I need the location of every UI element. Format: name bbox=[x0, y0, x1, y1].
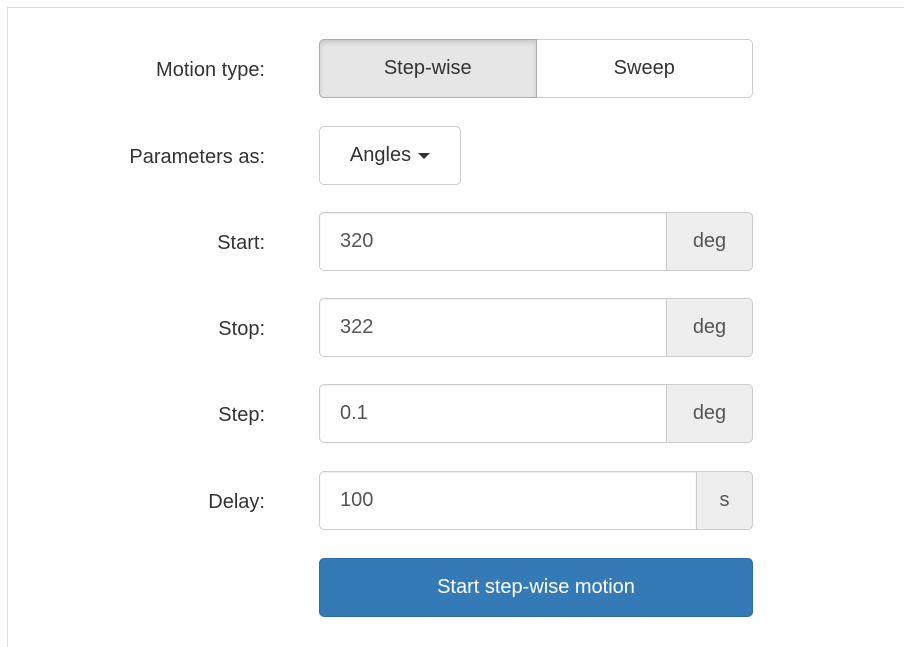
step-wise-button[interactable]: Step-wise bbox=[319, 39, 537, 98]
start-step-wise-motion-button[interactable]: Start step-wise motion bbox=[319, 558, 753, 617]
start-unit: deg bbox=[666, 212, 753, 271]
motion-type-label: Motion type: bbox=[156, 59, 265, 81]
sweep-button[interactable]: Sweep bbox=[536, 39, 753, 98]
delay-unit: s bbox=[696, 471, 753, 530]
step-unit: deg bbox=[666, 384, 753, 443]
start-input-group: deg bbox=[319, 212, 753, 271]
parameters-as-label: Parameters as: bbox=[129, 146, 265, 168]
stop-input[interactable] bbox=[319, 298, 666, 357]
stop-label: Stop: bbox=[218, 318, 265, 340]
start-input[interactable] bbox=[319, 212, 666, 271]
stop-input-group: deg bbox=[319, 298, 753, 357]
delay-input[interactable] bbox=[319, 471, 696, 530]
delay-input-group: s bbox=[319, 471, 753, 530]
step-input[interactable] bbox=[319, 384, 666, 443]
stop-unit: deg bbox=[666, 298, 753, 357]
parameters-as-dropdown[interactable]: Angles bbox=[319, 126, 461, 185]
parameters-as-value: Angles bbox=[349, 144, 412, 166]
caret-down-icon bbox=[418, 152, 431, 159]
step-input-group: deg bbox=[319, 384, 753, 443]
delay-label: Delay: bbox=[208, 491, 265, 513]
motion-type-toggle: Step-wise Sweep bbox=[319, 39, 753, 98]
step-label: Step: bbox=[218, 404, 265, 426]
start-label: Start: bbox=[217, 232, 265, 254]
